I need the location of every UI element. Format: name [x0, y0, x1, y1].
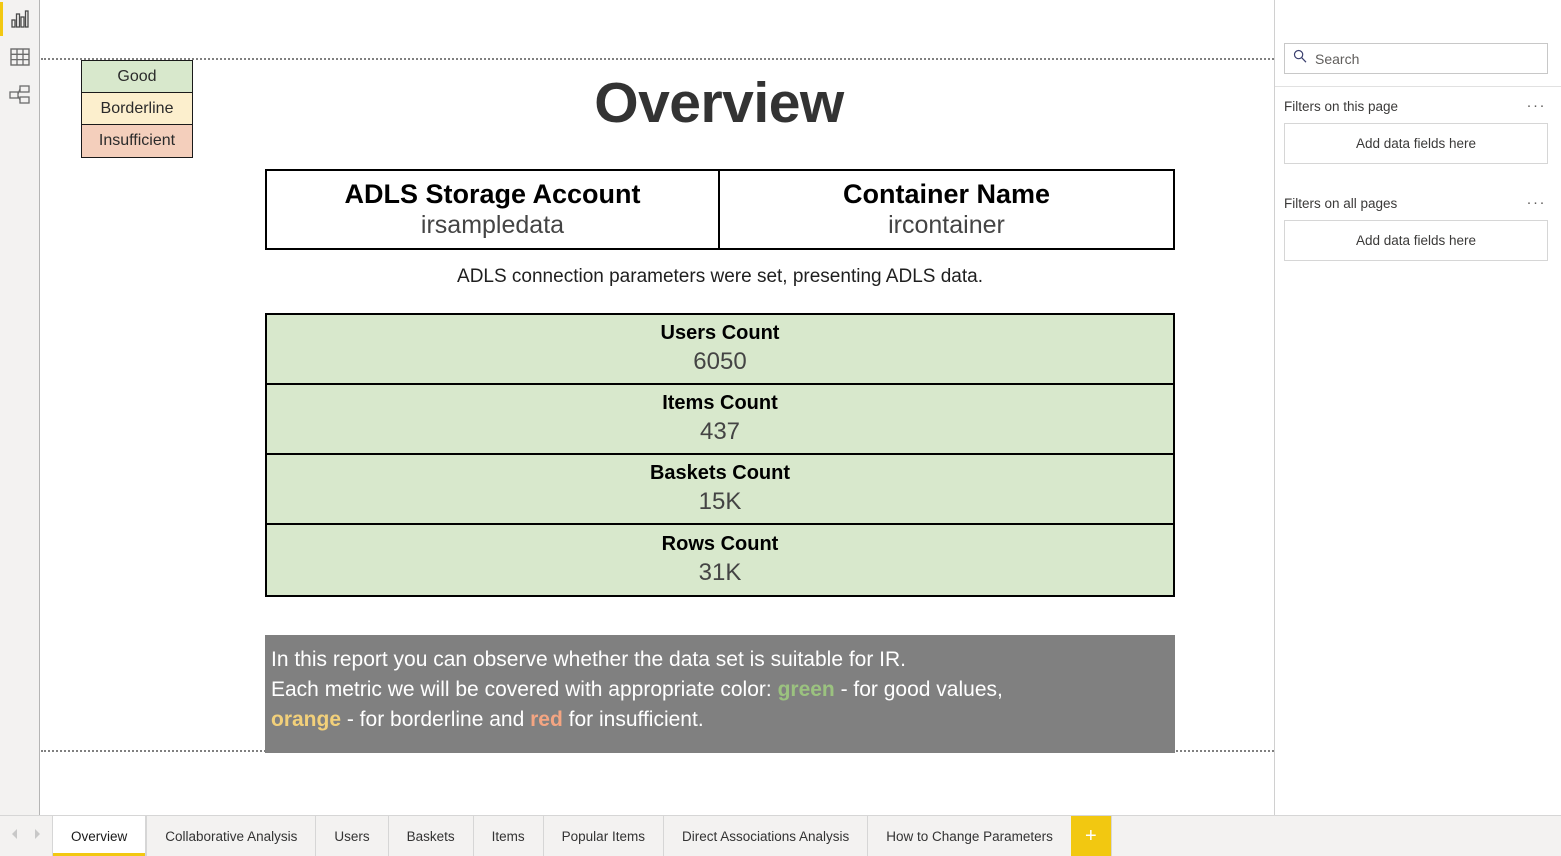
page-title: Overview [594, 71, 844, 135]
metric-label: Baskets Count [649, 461, 791, 484]
metric-label: Users Count [660, 321, 780, 344]
tab-label: Popular Items [561, 828, 645, 844]
description-text-2a: Each metric we will be covered with appr… [271, 678, 778, 701]
adls-container-name-value: ircontainer [888, 211, 1005, 240]
view-switcher-rail [0, 0, 40, 815]
legend-label-good: Good [117, 68, 157, 85]
tab-label: Direct Associations Analysis [681, 828, 850, 844]
metric-value: 15K [698, 487, 742, 515]
chevron-left-icon[interactable] [10, 827, 20, 845]
filters-on-all-pages-header: Filters on all pages ··· [1284, 193, 1548, 213]
metric-value: 6050 [693, 347, 747, 375]
adls-storage-account-cell: ADLS Storage Account irsampledata [267, 171, 720, 248]
more-options-icon[interactable]: ··· [1525, 98, 1549, 113]
sidebar-item-report-view[interactable] [0, 0, 40, 38]
filters-on-this-page-label: Filters on this page [1284, 98, 1399, 114]
metric-label: Items Count [662, 391, 778, 414]
tab-collaborative-analysis[interactable]: Collaborative Analysis [146, 816, 316, 856]
metric-value: 31K [698, 558, 742, 586]
tab-label: Items [491, 828, 525, 844]
tab-popular-items[interactable]: Popular Items [542, 816, 663, 856]
tab-label: How to Change Parameters [886, 828, 1053, 844]
sidebar-item-table-view[interactable] [0, 38, 40, 76]
pane-divider [1275, 86, 1561, 87]
adls-parameters-table: ADLS Storage Account irsampledata Contai… [265, 169, 1175, 250]
model-view-icon [9, 85, 31, 105]
tab-label: Collaborative Analysis [165, 828, 298, 844]
filters-on-this-page-header: Filters on this page ··· [1284, 96, 1548, 116]
filters-pane: Filters on this page ··· Add data fields… [1274, 0, 1561, 815]
legend-row-insufficient: Insufficient [82, 125, 192, 157]
filters-on-all-pages-group: Filters on all pages ··· Add data fields… [1284, 193, 1548, 261]
metric-label: Rows Count [661, 532, 779, 555]
metric-card-baskets-count: Baskets Count 15K [267, 455, 1173, 525]
report-description-box: In this report you can observe whether t… [265, 635, 1175, 753]
add-page-button[interactable]: + [1070, 816, 1111, 856]
powerbi-report-window: Good Borderline Insufficient Overview AD… [0, 0, 1561, 856]
adls-storage-account-value: irsampledata [420, 211, 565, 240]
metric-card-users-count: Users Count 6050 [267, 315, 1173, 385]
chevron-right-icon[interactable] [32, 827, 42, 845]
metric-card-rows-count: Rows Count 31K [267, 525, 1173, 595]
tab-items[interactable]: Items [472, 816, 543, 856]
filters-on-this-page-dropzone[interactable]: Add data fields here [1284, 123, 1548, 164]
description-line-3: orange - for borderline and red for insu… [271, 705, 1169, 735]
tab-navigation-arrows [0, 816, 52, 856]
legend-label-borderline: Borderline [100, 100, 174, 117]
more-options-icon[interactable]: ··· [1525, 195, 1549, 210]
dropzone-label: Add data fields here [1355, 233, 1477, 248]
metric-card-items-count: Items Count 437 [267, 385, 1173, 455]
metric-value: 437 [699, 417, 741, 445]
tab-how-to-change-parameters[interactable]: How to Change Parameters [867, 816, 1071, 856]
page-tabbar: Overview Collaborative Analysis Users Ba… [0, 815, 1561, 856]
filter-search-box[interactable] [1284, 43, 1548, 74]
search-input[interactable] [1315, 50, 1539, 67]
report-canvas[interactable]: Good Borderline Insufficient Overview AD… [41, 0, 1274, 815]
description-text-2b: - for good values, [834, 678, 1003, 701]
report-view-icon [10, 9, 30, 29]
legend-label-insufficient: Insufficient [98, 132, 176, 149]
adls-storage-account-label: ADLS Storage Account [344, 178, 641, 209]
keyword-red: red [530, 708, 563, 731]
filters-on-all-pages-dropzone[interactable]: Add data fields here [1284, 220, 1548, 261]
tab-overview[interactable]: Overview [52, 816, 147, 856]
tab-baskets[interactable]: Baskets [387, 816, 473, 856]
description-text-3a: - for borderline and [341, 708, 531, 731]
keyword-orange: orange [271, 708, 342, 731]
legend-row-good: Good [82, 61, 192, 93]
description-text-3b: for insufficient. [562, 708, 704, 731]
tab-label: Users [334, 828, 370, 844]
filters-on-this-page-group: Filters on this page ··· Add data fields… [1284, 96, 1548, 164]
sidebar-item-model-view[interactable] [0, 76, 40, 114]
search-icon [1293, 49, 1315, 68]
legend-row-borderline: Borderline [82, 93, 192, 125]
quality-legend: Good Borderline Insufficient [81, 60, 193, 158]
connection-status-note: ADLS connection parameters were set, pre… [457, 266, 983, 287]
adls-container-name-cell: Container Name ircontainer [720, 171, 1173, 248]
filters-on-all-pages-label: Filters on all pages [1284, 195, 1398, 211]
tabbar-filler [1110, 816, 1561, 856]
table-view-icon [10, 48, 30, 66]
description-line-2: Each metric we will be covered with appr… [271, 675, 1169, 705]
description-text-1: In this report you can observe whether t… [271, 648, 907, 671]
metric-cards-group: Users Count 6050 Items Count 437 Baskets… [265, 313, 1175, 597]
tab-label: Overview [71, 828, 128, 844]
tab-label: Baskets [406, 828, 455, 844]
tab-direct-associations-analysis[interactable]: Direct Associations Analysis [662, 816, 868, 856]
keyword-green: green [777, 678, 835, 701]
tab-users[interactable]: Users [315, 816, 388, 856]
adls-container-name-label: Container Name [842, 178, 1051, 209]
dropzone-label: Add data fields here [1355, 136, 1477, 151]
description-line-1: In this report you can observe whether t… [271, 645, 1169, 675]
plus-icon: + [1085, 824, 1097, 847]
